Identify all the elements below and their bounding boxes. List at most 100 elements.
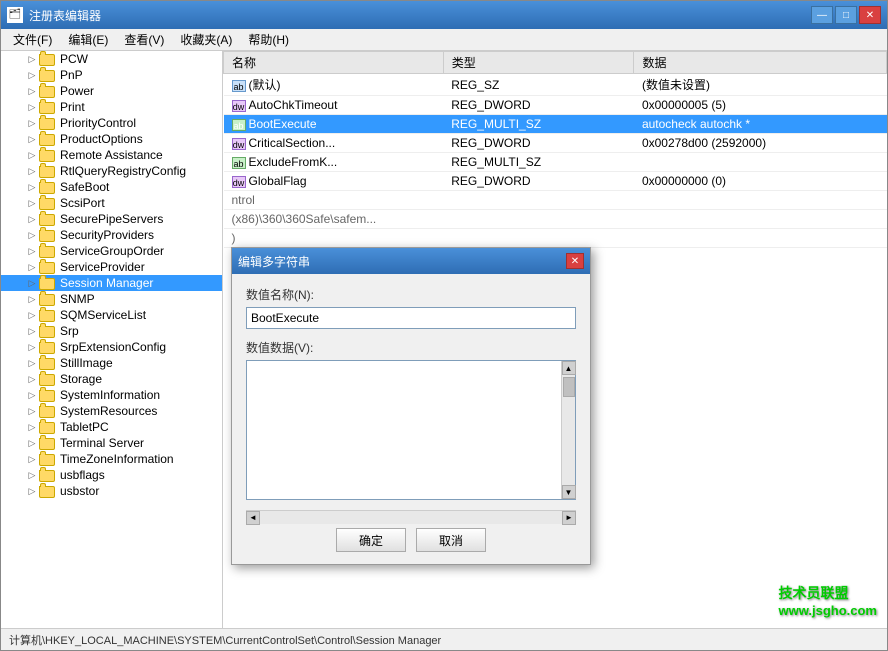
tree-item[interactable]: ▷ SecurityProviders — [1, 227, 222, 243]
tree-item[interactable]: ▷ServiceProvider — [1, 259, 222, 275]
tree-item[interactable]: ▷ScsiPort — [1, 195, 222, 211]
close-button[interactable]: ✕ — [859, 6, 881, 24]
tree-item[interactable]: ▷StillImage — [1, 355, 222, 371]
expand-icon[interactable]: ▷ — [25, 324, 39, 338]
dialog-buttons: 确定 取消 — [246, 528, 576, 552]
scroll-right-arrow[interactable]: ► — [562, 511, 576, 525]
dialog-close-button[interactable]: ✕ — [566, 253, 584, 269]
expand-icon[interactable]: ▷ — [25, 228, 39, 242]
table-row[interactable]: abExcludeFromK...REG_MULTI_SZ — [224, 153, 887, 172]
tree-item[interactable]: ▷Srp — [1, 323, 222, 339]
table-row[interactable]: ab(默认)REG_SZ(数值未设置) — [224, 74, 887, 96]
tree-item-label: SecurityProviders — [60, 228, 154, 242]
tree-item[interactable]: ▷TabletPC — [1, 419, 222, 435]
folder-icon — [39, 164, 57, 178]
scroll-thumb[interactable] — [563, 377, 575, 397]
expand-icon[interactable]: ▷ — [25, 436, 39, 450]
expand-icon[interactable]: ▷ — [25, 68, 39, 82]
table-row[interactable]: dwAutoChkTimeoutREG_DWORD0x00000005 (5) — [224, 96, 887, 115]
tree-item[interactable]: ▷ProductOptions — [1, 131, 222, 147]
expand-icon[interactable]: ▷ — [25, 196, 39, 210]
minimize-button[interactable]: — — [811, 6, 833, 24]
expand-icon[interactable]: ▷ — [25, 260, 39, 274]
expand-icon[interactable]: ▷ — [25, 212, 39, 226]
tree-item[interactable]: ▷SrpExtensionConfig — [1, 339, 222, 355]
cell-partial: ntrol — [224, 191, 887, 210]
tree-item-label: PriorityControl — [60, 116, 136, 130]
ok-button[interactable]: 确定 — [336, 528, 406, 552]
tree-item[interactable]: ▷SNMP — [1, 291, 222, 307]
window-controls: — □ ✕ — [811, 6, 881, 24]
tree-item[interactable]: ▷Session Manager — [1, 275, 222, 291]
expand-icon[interactable]: ▷ — [25, 52, 39, 66]
expand-icon[interactable]: ▷ — [25, 388, 39, 402]
expand-icon[interactable]: ▷ — [25, 372, 39, 386]
table-row[interactable]: (x86)\360\360Safe\safem... — [224, 210, 887, 229]
tree-item-label: Storage — [60, 372, 102, 386]
expand-icon[interactable]: ▷ — [25, 164, 39, 178]
tree-item[interactable]: ▷PnP — [1, 67, 222, 83]
folder-icon — [39, 292, 57, 306]
expand-icon[interactable]: ▷ — [25, 100, 39, 114]
expand-icon[interactable]: ▷ — [25, 276, 39, 290]
horizontal-scrollbar[interactable]: ◄ ► — [246, 510, 576, 524]
menu-file[interactable]: 文件(F) — [5, 29, 60, 50]
tree-item[interactable]: ▷ServiceGroupOrder — [1, 243, 222, 259]
menu-view[interactable]: 查看(V) — [116, 29, 172, 50]
table-row[interactable]: dwGlobalFlagREG_DWORD0x00000000 (0) — [224, 172, 887, 191]
name-input[interactable] — [246, 307, 576, 329]
scroll-left-arrow[interactable]: ◄ — [246, 511, 260, 525]
cancel-button[interactable]: 取消 — [416, 528, 486, 552]
reg-type-icon: dw — [232, 100, 246, 112]
expand-icon[interactable]: ▷ — [25, 84, 39, 98]
reg-type-icon: ab — [232, 119, 246, 131]
data-textarea[interactable] — [247, 361, 561, 499]
main-window: 🗂 注册表编辑器 — □ ✕ 文件(F) 编辑(E) 查看(V) 收藏夹(A) … — [0, 0, 888, 651]
expand-icon[interactable]: ▷ — [25, 308, 39, 322]
expand-icon[interactable]: ▷ — [25, 356, 39, 370]
expand-icon[interactable]: ▷ — [25, 340, 39, 354]
tree-item[interactable]: ▷RtlQueryRegistryConfig — [1, 163, 222, 179]
menu-favorites[interactable]: 收藏夹(A) — [172, 29, 240, 50]
table-row[interactable]: ) — [224, 229, 887, 248]
tree-item[interactable]: ▷PCW — [1, 51, 222, 67]
tree-item[interactable]: ▷Terminal Server — [1, 435, 222, 451]
menu-edit[interactable]: 编辑(E) — [60, 29, 116, 50]
tree-item[interactable]: ▷SecurePipeServers — [1, 211, 222, 227]
scroll-down-arrow[interactable]: ▼ — [562, 485, 576, 499]
expand-icon[interactable]: ▷ — [25, 244, 39, 258]
expand-icon[interactable]: ▷ — [25, 468, 39, 482]
vertical-scrollbar[interactable]: ▲ ▼ — [561, 361, 575, 499]
tree-item[interactable]: ▷SystemResources — [1, 403, 222, 419]
tree-item[interactable]: ▷SQMServiceList — [1, 307, 222, 323]
expand-icon[interactable]: ▷ — [25, 148, 39, 162]
tree-item[interactable]: ▷TimeZoneInformation — [1, 451, 222, 467]
folder-icon — [39, 340, 57, 354]
scroll-up-arrow[interactable]: ▲ — [562, 361, 576, 375]
table-row[interactable]: dwCriticalSection...REG_DWORD0x00278d00 … — [224, 134, 887, 153]
name-label: 数值名称(N): — [246, 286, 576, 303]
tree-item-label: SystemInformation — [60, 388, 160, 402]
maximize-button[interactable]: □ — [835, 6, 857, 24]
tree-item[interactable]: ▷usbflags — [1, 467, 222, 483]
expand-icon[interactable]: ▷ — [25, 180, 39, 194]
cell-data: 0x00000000 (0) — [634, 172, 887, 191]
expand-icon[interactable]: ▷ — [25, 292, 39, 306]
expand-icon[interactable]: ▷ — [25, 452, 39, 466]
expand-icon[interactable]: ▷ — [25, 116, 39, 130]
expand-icon[interactable]: ▷ — [25, 420, 39, 434]
tree-item[interactable]: ▷usbstor — [1, 483, 222, 499]
expand-icon[interactable]: ▷ — [25, 484, 39, 498]
tree-item[interactable]: ▷ Storage — [1, 371, 222, 387]
tree-item[interactable]: ▷ SystemInformation — [1, 387, 222, 403]
menu-help[interactable]: 帮助(H) — [240, 29, 297, 50]
table-row[interactable]: abBootExecuteREG_MULTI_SZautocheck autoc… — [224, 115, 887, 134]
expand-icon[interactable]: ▷ — [25, 132, 39, 146]
expand-icon[interactable]: ▷ — [25, 404, 39, 418]
tree-item[interactable]: ▷ PriorityControl — [1, 115, 222, 131]
tree-item[interactable]: ▷Print — [1, 99, 222, 115]
tree-item[interactable]: ▷Remote Assistance — [1, 147, 222, 163]
table-row[interactable]: ntrol — [224, 191, 887, 210]
tree-item[interactable]: ▷SafeBoot — [1, 179, 222, 195]
tree-item[interactable]: ▷Power — [1, 83, 222, 99]
